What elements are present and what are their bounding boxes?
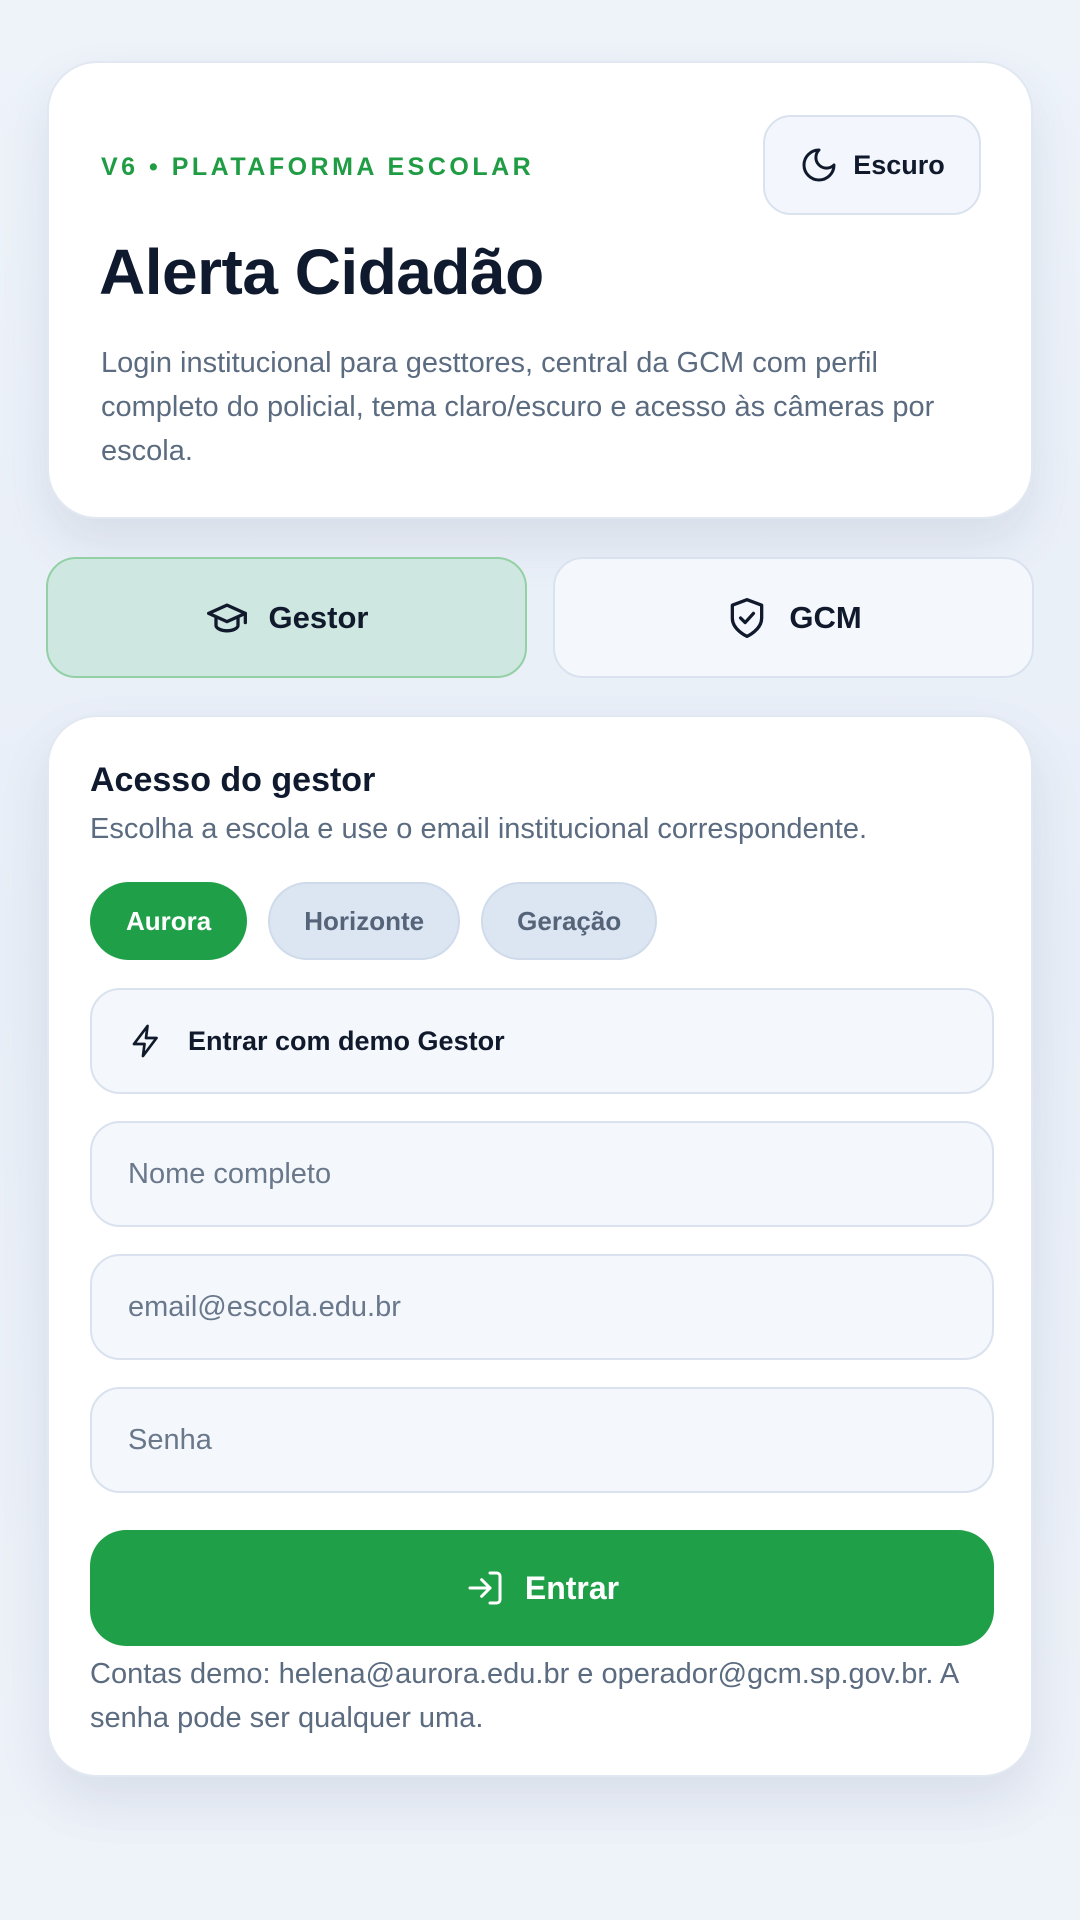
submit-button[interactable]: Entrar xyxy=(90,1530,994,1646)
tab-gestor[interactable]: Gestor xyxy=(46,557,527,678)
login-icon xyxy=(465,1568,505,1608)
app-description: Login institucional para gesttores, cent… xyxy=(101,347,935,467)
school-chip-geracao[interactable]: Geração xyxy=(481,882,658,960)
tab-gestor-label: Gestor xyxy=(268,599,369,635)
header-card: V6 • PLATAFORMA ESCOLAR Escuro Alerta Ci… xyxy=(47,61,1033,519)
tab-gcm[interactable]: GCM xyxy=(553,557,1034,678)
graduation-cap-icon xyxy=(205,596,249,640)
moon-icon xyxy=(799,145,839,185)
submit-label: Entrar xyxy=(524,1569,620,1606)
school-chips: Aurora Horizonte Geração xyxy=(90,882,658,960)
school-chip-aurora[interactable]: Aurora xyxy=(90,882,248,960)
theme-toggle-button[interactable]: Escuro xyxy=(763,115,981,215)
login-page: V6 • PLATAFORMA ESCOLAR Escuro Alerta Ci… xyxy=(0,0,1080,1920)
demo-accounts-note: Contas demo: helena@aurora.edu.br e oper… xyxy=(90,1658,958,1734)
school-chip-horizonte[interactable]: Horizonte xyxy=(268,882,461,960)
shield-check-icon xyxy=(725,596,769,640)
demo-login-label: Entrar com demo Gestor xyxy=(188,1025,505,1056)
tab-gcm-label: GCM xyxy=(789,599,862,635)
login-form-card: Acesso do gestor Escolha a escola e use … xyxy=(47,715,1033,1777)
form-title: Acesso do gestor xyxy=(90,761,376,799)
lightning-icon xyxy=(128,1023,164,1059)
platform-eyebrow: V6 • PLATAFORMA ESCOLAR xyxy=(101,153,535,181)
password-field[interactable] xyxy=(90,1387,994,1493)
email-field[interactable] xyxy=(90,1254,994,1360)
demo-login-button[interactable]: Entrar com demo Gestor xyxy=(90,988,994,1094)
form-subtitle: Escolha a escola e use o email instituci… xyxy=(90,813,868,845)
app-title: Alerta Cidadão xyxy=(99,236,544,308)
theme-toggle-label: Escuro xyxy=(853,149,945,180)
name-field[interactable] xyxy=(90,1121,994,1227)
